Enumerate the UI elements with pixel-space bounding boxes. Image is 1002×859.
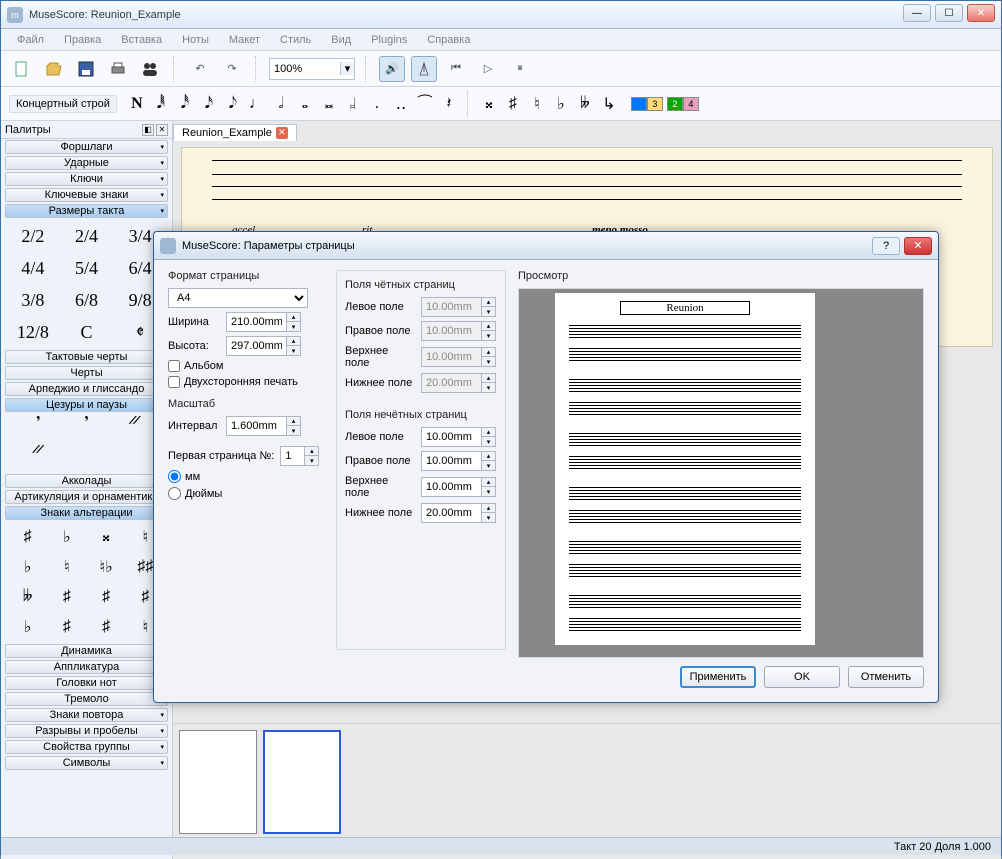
landscape-checkbox[interactable]: [168, 360, 180, 372]
page-settings-dialog: MuseScore: Параметры страницы ? ✕ Формат…: [153, 231, 939, 703]
height-input[interactable]: [226, 336, 286, 356]
dialog-icon: [160, 238, 176, 254]
preview-area: Reunion: [518, 288, 924, 658]
even-right-input: [421, 321, 481, 341]
odd-left-input[interactable]: [421, 427, 481, 447]
apply-button[interactable]: Применить: [680, 666, 756, 688]
spatium-input[interactable]: [226, 416, 286, 436]
even-margins-header: Поля чётных страниц: [345, 279, 497, 291]
scale-header: Масштаб: [168, 398, 324, 410]
odd-bottom-input[interactable]: [421, 503, 481, 523]
odd-margins-header: Поля нечётных страниц: [345, 409, 497, 421]
dialog-close-button[interactable]: ✕: [904, 237, 932, 255]
even-bottom-input: [421, 373, 481, 393]
dialog-help-button[interactable]: ?: [872, 237, 900, 255]
ok-button[interactable]: OK: [764, 666, 840, 688]
width-input[interactable]: [226, 312, 286, 332]
page-format-header: Формат страницы: [168, 270, 324, 282]
preview-title: Reunion: [620, 301, 750, 315]
even-top-input: [421, 347, 481, 367]
preview-header: Просмотр: [518, 270, 924, 282]
dialog-title: MuseScore: Параметры страницы: [182, 240, 355, 252]
unit-inch-radio[interactable]: [168, 487, 181, 500]
cancel-button[interactable]: Отменить: [848, 666, 924, 688]
unit-mm-radio[interactable]: [168, 470, 181, 483]
first-page-input[interactable]: [280, 446, 304, 466]
duplex-checkbox[interactable]: [168, 376, 180, 388]
odd-top-input[interactable]: [421, 477, 481, 497]
odd-right-input[interactable]: [421, 451, 481, 471]
paper-size-select[interactable]: A4: [168, 288, 308, 308]
even-left-input: [421, 297, 481, 317]
